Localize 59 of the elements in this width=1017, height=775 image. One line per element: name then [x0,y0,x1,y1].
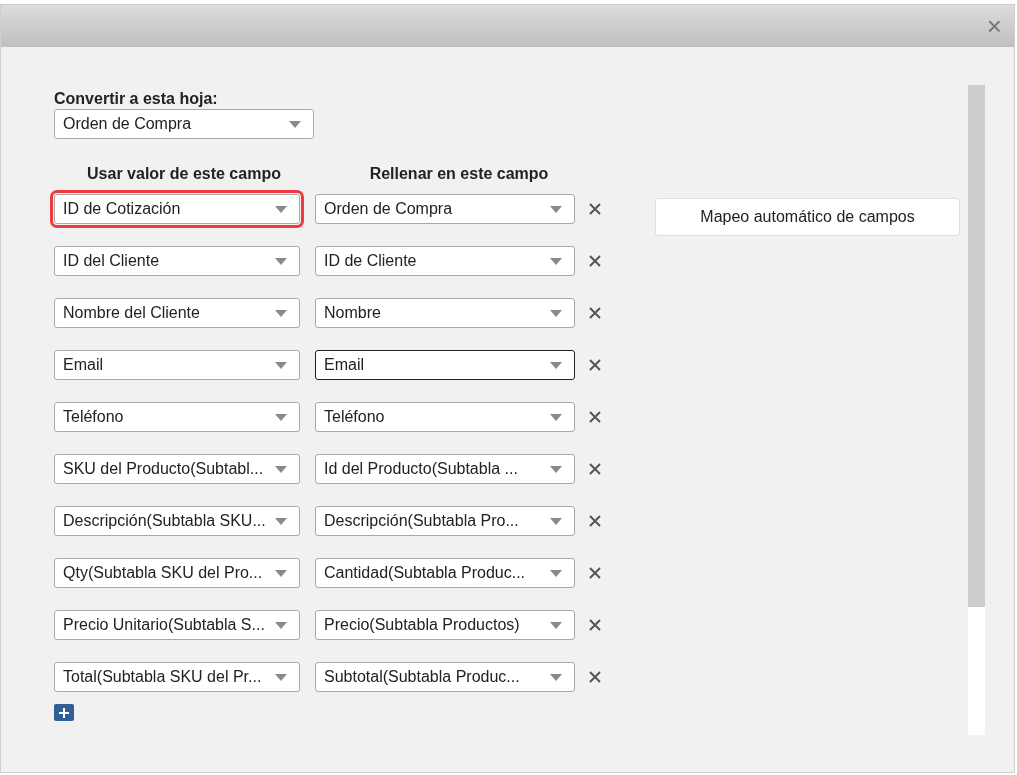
caret-icon [275,309,287,317]
caret-icon [550,673,562,681]
target-field-dropdown[interactable]: Descripción(Subtabla Pro... [315,506,575,536]
remove-icon[interactable] [589,203,601,215]
source-field-dropdown[interactable]: Qty(Subtabla SKU del Pro... [54,558,300,588]
caret-icon [550,465,562,473]
caret-icon [275,465,287,473]
remove-icon[interactable] [589,567,601,579]
auto-map-button[interactable]: Mapeo automático de campos [655,198,960,236]
remove-icon[interactable] [589,463,601,475]
caret-icon [550,361,562,369]
remove-icon[interactable] [589,515,601,527]
target-field-dropdown[interactable]: Nombre [315,298,575,328]
caret-icon [550,569,562,577]
sheet-dropdown[interactable]: Orden de Compra [54,109,314,139]
source-field-dropdown[interactable]: Precio Unitario(Subtabla S... [54,610,300,640]
caret-icon [275,257,287,265]
target-field-dropdown[interactable]: Cantidad(Subtabla Produc... [315,558,575,588]
caret-icon [275,205,287,213]
caret-icon [275,673,287,681]
target-field-dropdown[interactable]: Orden de Compra [315,194,575,224]
caret-icon [275,361,287,369]
source-field-dropdown[interactable]: Total(Subtabla SKU del Pr... [54,662,300,692]
scrollbar[interactable] [968,85,985,735]
remove-icon[interactable] [589,671,601,683]
caret-icon [275,621,287,629]
caret-icon [275,569,287,577]
add-row-button[interactable] [54,704,74,721]
caret-icon [550,205,562,213]
target-field-dropdown[interactable]: Email [315,350,575,380]
remove-icon[interactable] [589,411,601,423]
sheet-label: Convertir a esta hoja: [54,89,219,109]
caret-icon [550,413,562,421]
caret-icon [275,517,287,525]
source-field-dropdown[interactable]: SKU del Producto(Subtabl... [54,454,300,484]
column-heading: Usar valor de este campo [86,164,282,184]
caret-icon [550,517,562,525]
remove-icon[interactable] [589,619,601,631]
caret-icon [550,309,562,317]
remove-icon[interactable] [589,307,601,319]
source-field-dropdown[interactable]: Email [54,350,300,380]
remove-icon[interactable] [589,255,601,267]
column-heading: Rellenar en este campo [368,164,550,184]
source-field-dropdown[interactable]: Nombre del Cliente [54,298,300,328]
caret-icon [275,413,287,421]
plus-icon [59,707,69,718]
remove-icon[interactable] [589,359,601,371]
caret-icon [289,120,301,128]
target-field-dropdown[interactable]: ID de Cliente [315,246,575,276]
target-field-dropdown[interactable]: Teléfono [315,402,575,432]
scrollbar-thumb[interactable] [968,85,985,607]
target-field-dropdown[interactable]: Precio(Subtabla Productos) [315,610,575,640]
caret-icon [550,257,562,265]
source-field-dropdown[interactable]: Teléfono [54,402,300,432]
target-field-dropdown[interactable]: Id del Producto(Subtabla ... [315,454,575,484]
caret-icon [550,621,562,629]
target-field-dropdown[interactable]: Subtotal(Subtabla Produc... [315,662,575,692]
source-field-dropdown[interactable]: ID del Cliente [54,246,300,276]
source-field-dropdown[interactable]: Descripción(Subtabla SKU... [54,506,300,536]
